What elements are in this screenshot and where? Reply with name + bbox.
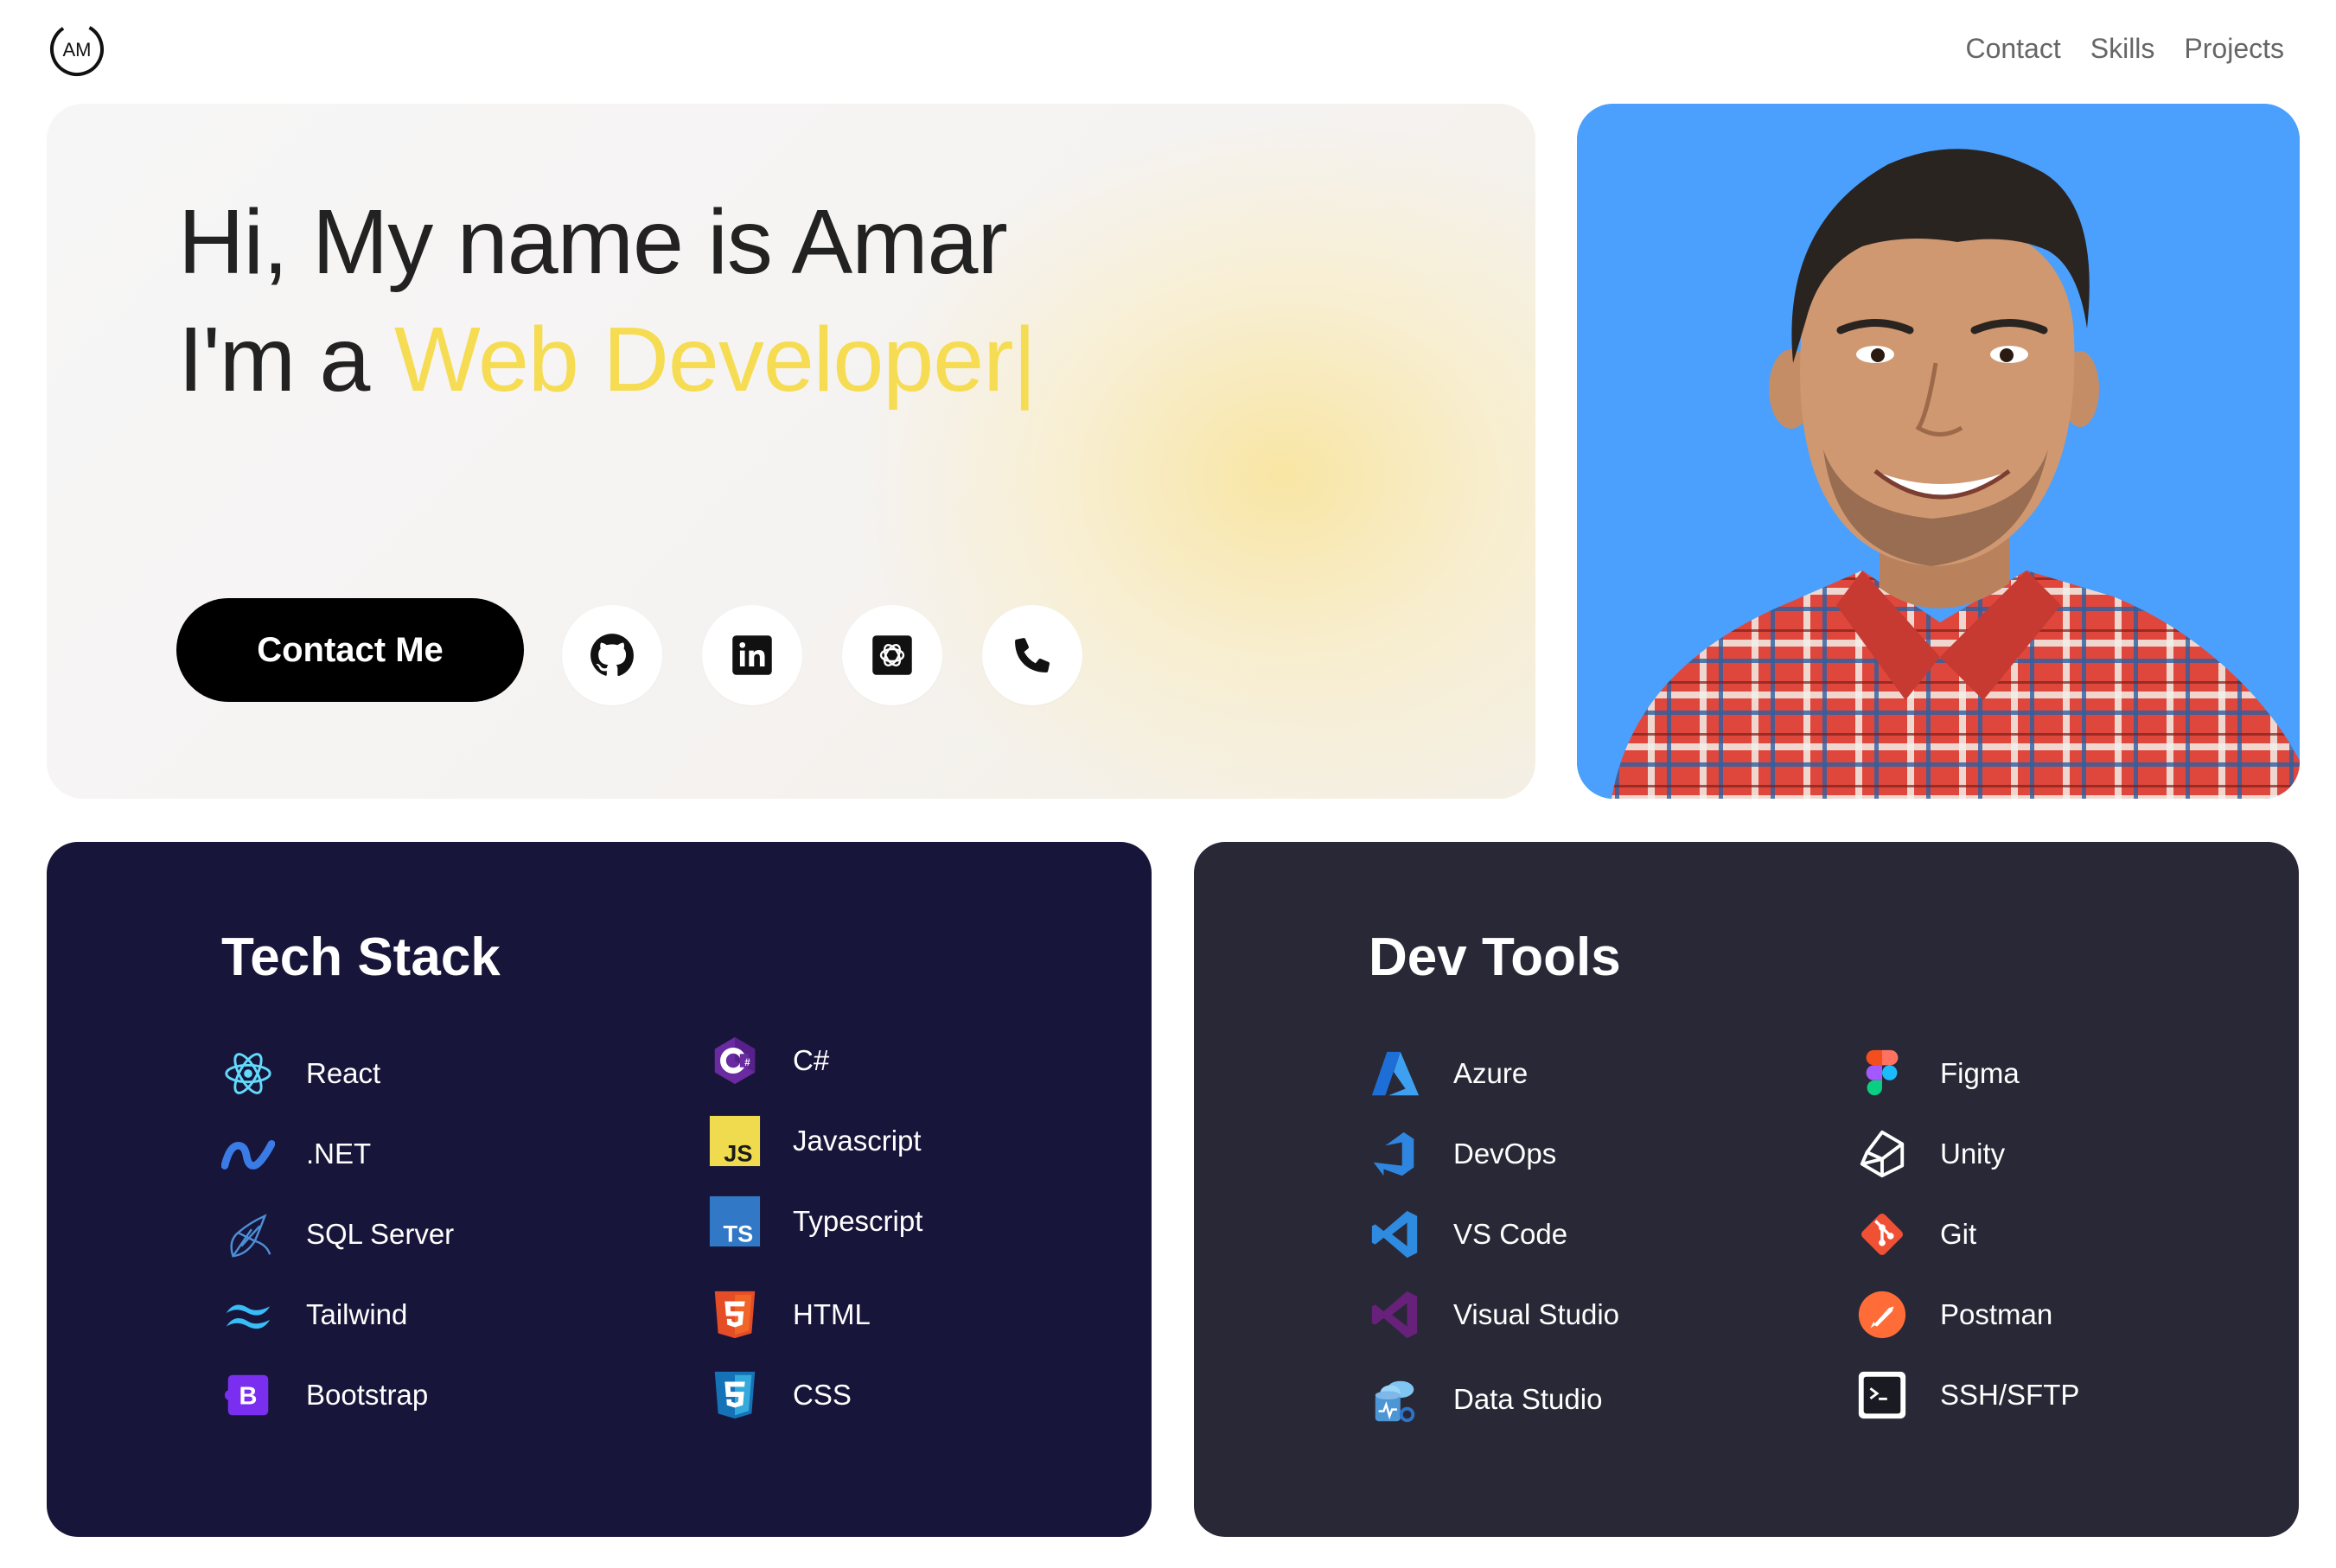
nav-projects[interactable]: Projects [2184,33,2284,65]
tool-item-unity: Unity [1854,1124,2005,1184]
tech-label: Javascript [793,1125,922,1157]
hero-role-line: I'm a Web Developer| [178,308,1037,412]
svg-text:TS: TS [724,1220,754,1246]
tool-label: VS Code [1453,1218,1568,1250]
postman-icon [1858,1291,1906,1339]
tech-item-dotnet: .NET [220,1124,371,1184]
contact-me-button[interactable]: Contact Me [176,598,524,702]
html5-icon [714,1291,756,1339]
tech-label: SQL Server [306,1218,455,1250]
tech-item-css: CSS [706,1365,852,1425]
tech-stack-title: Tech Stack [221,927,501,987]
tool-item-data-studio: Data Studio [1367,1369,1602,1430]
openai-icon [872,635,912,675]
tool-label: Git [1940,1218,1977,1250]
tech-item-react: React [220,1043,380,1104]
openai-button[interactable] [842,605,942,705]
tech-label: Typescript [793,1205,923,1237]
azure-devops-icon [1373,1131,1414,1176]
git-icon [1861,1213,1904,1256]
data-studio-icon [1375,1380,1415,1423]
nav-contact[interactable]: Contact [1965,33,2060,65]
logo-text: AM [63,39,92,61]
tech-item-typescript: TS Typescript [706,1191,922,1252]
tool-label: Visual Studio [1453,1298,1620,1330]
css3-icon [714,1371,756,1419]
tech-item-bootstrap: B Bootstrap [220,1365,428,1425]
tool-item-azure: Azure [1367,1043,1528,1104]
tool-label: Unity [1940,1138,2006,1170]
svg-text:#: # [744,1057,750,1068]
portrait-illustration [1577,104,2300,799]
tech-label: HTML [793,1298,871,1330]
dev-tools-title: Dev Tools [1369,927,1621,987]
react-icon [225,1053,271,1094]
tech-item-javascript: JS Javascript [706,1111,922,1171]
tool-item-ssh-sftp: SSH/SFTP [1854,1365,2079,1425]
vscode-icon [1371,1210,1418,1259]
tech-label: Bootstrap [306,1379,429,1411]
javascript-icon: JS [709,1115,761,1166]
top-nav: Contact Skills Projects [1965,33,2284,65]
nav-skills[interactable]: Skills [2090,33,2155,65]
hero-role-prefix: I'm a [178,309,370,411]
sql-server-icon [230,1214,271,1258]
tool-label: SSH/SFTP [1940,1379,2080,1411]
tool-label: Postman [1940,1298,2053,1330]
tech-label: CSS [793,1379,852,1411]
tech-label: React [306,1057,381,1089]
unity-icon [1860,1130,1905,1178]
tech-item-csharp: # C# [706,1030,829,1091]
github-button[interactable] [562,605,662,705]
tool-item-postman: Postman [1854,1284,2052,1345]
linkedin-icon [732,635,772,675]
tech-item-sql-server: SQL Server [220,1204,454,1265]
tailwind-icon [226,1304,271,1329]
linkedin-button[interactable] [702,605,802,705]
csharp-icon: # [714,1036,756,1085]
tool-label: Azure [1453,1057,1529,1089]
dotnet-icon [221,1140,275,1170]
azure-icon [1371,1051,1420,1096]
tool-label: DevOps [1453,1138,1557,1170]
visual-studio-icon [1371,1291,1418,1339]
hero-greeting: Hi, My name is Amar [178,191,1008,293]
tool-item-vscode: VS Code [1367,1204,1567,1265]
hero-card: Hi, My name is Amar I'm a Web Developer|… [47,104,1535,799]
dev-tools-card: Dev Tools Azure DevOps VS Code Visual St… [1194,842,2299,1537]
hero-role: Web Developer [393,309,1014,411]
logo[interactable]: AM [48,21,105,78]
typing-cursor: | [1012,309,1037,411]
figma-icon [1866,1049,1899,1096]
tech-item-html: HTML [706,1284,871,1345]
tool-item-git: Git [1854,1204,1976,1265]
phone-icon [1015,638,1050,672]
svg-text:JS: JS [724,1139,752,1166]
svg-text:B: B [239,1383,258,1411]
typescript-icon: TS [709,1195,761,1246]
phone-button[interactable] [982,605,1082,705]
tech-stack-card: Tech Stack React .NET SQL Server Tailwin… [47,842,1152,1537]
tool-item-figma: Figma [1854,1043,2020,1104]
terminal-icon [1858,1371,1906,1419]
tech-label: Tailwind [306,1298,408,1330]
profile-photo [1577,104,2300,799]
tech-label: .NET [306,1138,372,1170]
tool-label: Data Studio [1453,1383,1603,1415]
tool-item-devops: DevOps [1367,1124,1556,1184]
tech-label: C# [793,1044,830,1076]
github-icon [590,634,634,677]
tool-item-visual-studio: Visual Studio [1367,1284,1619,1345]
tech-item-tailwind: Tailwind [220,1284,407,1345]
tool-label: Figma [1940,1057,2020,1089]
bootstrap-icon: B [224,1374,269,1416]
